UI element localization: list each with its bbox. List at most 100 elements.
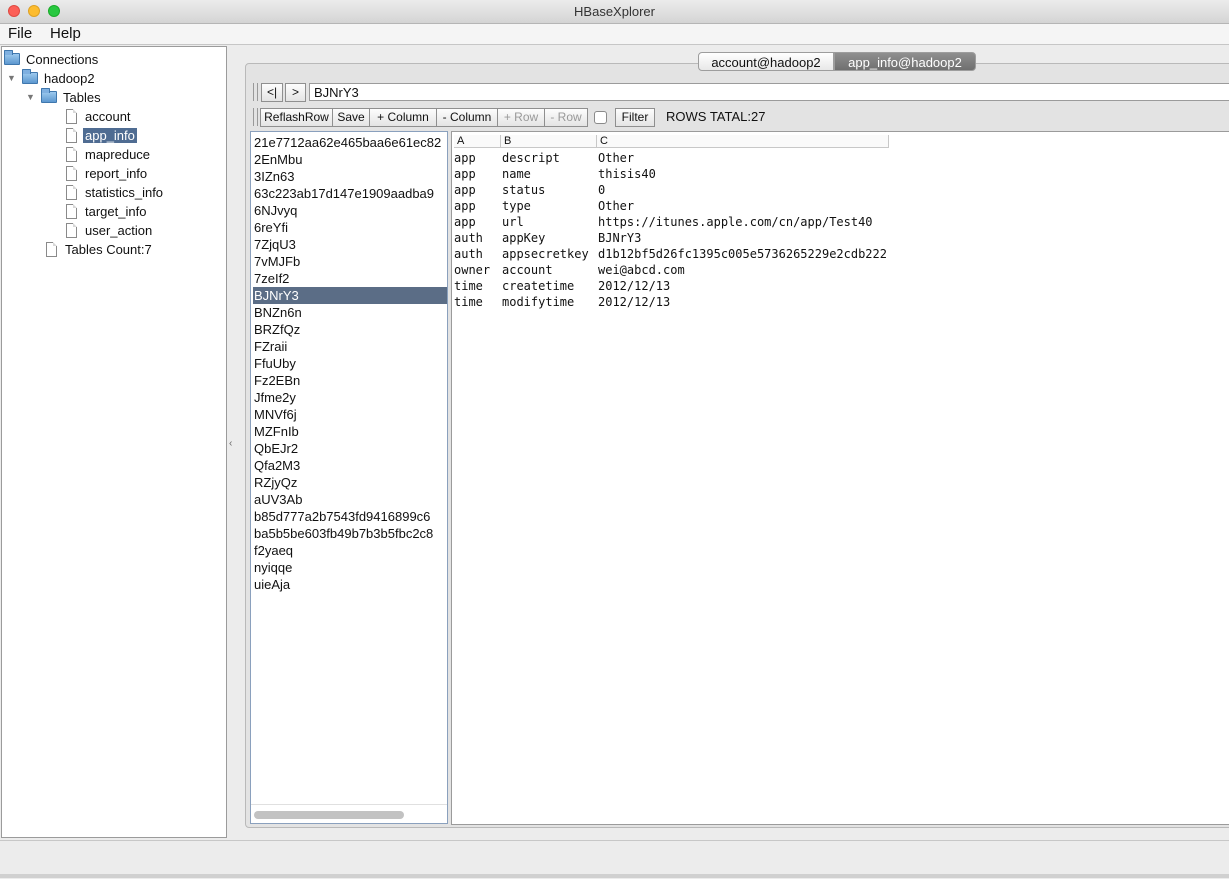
table-file-icon [66,146,77,162]
window-bottom-edge [0,874,1229,878]
next-row-button[interactable]: > [285,83,306,102]
row-key-item[interactable]: Fz2EBn [253,372,447,389]
row-key-item[interactable]: 63c223ab17d147e1909aadba9 [253,185,447,202]
row-key-item[interactable]: Qfa2M3 [253,457,447,474]
tree-table-app-info[interactable]: app_info [66,126,137,144]
expand-triangle-icon[interactable]: ▼ [7,73,16,83]
row-key-list: 21e7712aa62e465baa6e61ec82 2EnMbu 3IZn63 63… [250,131,448,824]
row-key-item[interactable]: BRZfQz [253,321,447,338]
cell-family[interactable]: time [454,278,483,294]
cell-value[interactable]: https://itunes.apple.com/cn/app/Test40 [598,214,873,230]
cell-family[interactable]: app [454,214,476,230]
cell-family[interactable]: app [454,166,476,182]
filter-button[interactable]: Filter [615,108,655,127]
cell-qualifier[interactable]: descript [502,150,560,166]
row-key-item[interactable]: QbEJr2 [253,440,447,457]
row-key-item[interactable]: MNVf6j [253,406,447,423]
tree-table-user-action[interactable]: user_action [66,221,154,239]
column-header-a[interactable]: A [454,135,501,148]
add-column-button[interactable]: + Column [369,108,437,127]
row-key-item[interactable]: b85d777a2b7543fd9416899c6 [253,508,447,525]
column-header-b[interactable]: B [501,135,597,148]
tree-table-target-info[interactable]: target_info [66,202,148,220]
filter-checkbox[interactable] [594,111,607,124]
cell-qualifier[interactable]: modifytime [502,294,574,310]
row-key-item[interactable]: 6NJvyq [253,202,447,219]
row-key-item[interactable]: MZFnIb [253,423,447,440]
row-key-item[interactable]: FfuUby [253,355,447,372]
row-key-item[interactable]: BJNrY3 [253,287,447,304]
row-key-item[interactable]: RZjyQz [253,474,447,491]
row-key-item[interactable]: FZraii [253,338,447,355]
menu-file[interactable]: File [8,25,32,42]
row-key-item[interactable]: 21e7712aa62e465baa6e61ec82 [253,134,447,151]
row-key-item[interactable]: 7zeIf2 [253,270,447,287]
remove-column-button[interactable]: - Column [436,108,498,127]
row-key-item[interactable]: 7vMJFb [253,253,447,270]
cell-value[interactable]: wei@abcd.com [598,262,685,278]
tree-node-hadoop2[interactable]: ▼ hadoop2 [7,69,97,87]
add-row-button[interactable]: + Row [497,108,545,127]
cell-family[interactable]: app [454,198,476,214]
cell-qualifier[interactable]: name [502,166,531,182]
row-key-item[interactable]: 6reYfi [253,219,447,236]
cell-family[interactable]: time [454,294,483,310]
row-key-item[interactable]: ba5b5be603fb49b7b3b5fbc2c8 [253,525,447,542]
tree-node-tables[interactable]: ▼ Tables [26,88,103,106]
tree-table-statistics-info[interactable]: statistics_info [66,183,165,201]
cell-value[interactable]: d1b12bf5d26fc1395c005e5736265229e2cdb222 [598,246,887,262]
title-bar: HBaseXplorer [0,0,1229,24]
cell-qualifier[interactable]: appsecretkey [502,246,589,262]
table-file-icon [66,222,77,238]
cell-value[interactable]: 2012/12/13 [598,294,670,310]
row-key-item[interactable]: uieAja [253,576,447,593]
cell-qualifier[interactable]: appKey [502,230,545,246]
cell-qualifier[interactable]: type [502,198,531,214]
cell-value[interactable]: BJNrY3 [598,230,641,246]
tree-table-report-info[interactable]: report_info [66,164,149,182]
row-key-item[interactable]: f2yaeq [253,542,447,559]
toolbar-grip-handle[interactable] [253,108,258,126]
tab-account-hadoop2[interactable]: account@hadoop2 [698,52,834,71]
cell-family[interactable]: app [454,182,476,198]
row-key-item[interactable]: Jfme2y [253,389,447,406]
menu-help[interactable]: Help [50,25,81,42]
table-file-icon [66,165,77,181]
tree-root-connections[interactable]: Connections [4,50,100,68]
row-key-item[interactable]: 3IZn63 [253,168,447,185]
expand-triangle-icon[interactable]: ▼ [26,92,35,102]
tree-tables-count: Tables Count:7 [46,240,154,258]
cell-family[interactable]: auth [454,230,483,246]
remove-row-button[interactable]: - Row [544,108,588,127]
row-key-item[interactable]: aUV3Ab [253,491,447,508]
cell-qualifier[interactable]: account [502,262,553,278]
row-key-item[interactable]: BNZn6n [253,304,447,321]
row-key-item[interactable]: 7ZjqU3 [253,236,447,253]
cell-family[interactable]: auth [454,246,483,262]
cell-family[interactable]: owner [454,262,490,278]
tab-app-info-hadoop2[interactable]: app_info@hadoop2 [834,52,976,71]
cell-value[interactable]: 2012/12/13 [598,278,670,294]
reflash-row-button[interactable]: ReflashRow [260,108,333,127]
cell-value[interactable]: 0 [598,182,605,198]
row-key-item[interactable]: 2EnMbu [253,151,447,168]
toolbar-grip-handle[interactable] [253,83,258,101]
horizontal-scrollbar-thumb[interactable] [254,811,404,819]
cell-family[interactable]: app [454,150,476,166]
row-detail-table: A B C app descript Other app name thisis40 app… [451,131,1229,825]
cell-qualifier[interactable]: status [502,182,545,198]
folder-icon [41,88,57,103]
row-key-item[interactable]: nyiqqe [253,559,447,576]
split-pane-divider[interactable]: ‹ [229,438,232,449]
cell-qualifier[interactable]: createtime [502,278,574,294]
rowkey-input[interactable]: BJNrY3 [309,83,1229,101]
tree-table-account[interactable]: account [66,107,133,125]
first-row-button[interactable]: <| [261,83,283,102]
cell-value[interactable]: thisis40 [598,166,656,182]
cell-value[interactable]: Other [598,198,634,214]
tree-table-mapreduce[interactable]: mapreduce [66,145,152,163]
column-header-c[interactable]: C [597,135,889,148]
cell-value[interactable]: Other [598,150,634,166]
save-button[interactable]: Save [332,108,370,127]
cell-qualifier[interactable]: url [502,214,524,230]
